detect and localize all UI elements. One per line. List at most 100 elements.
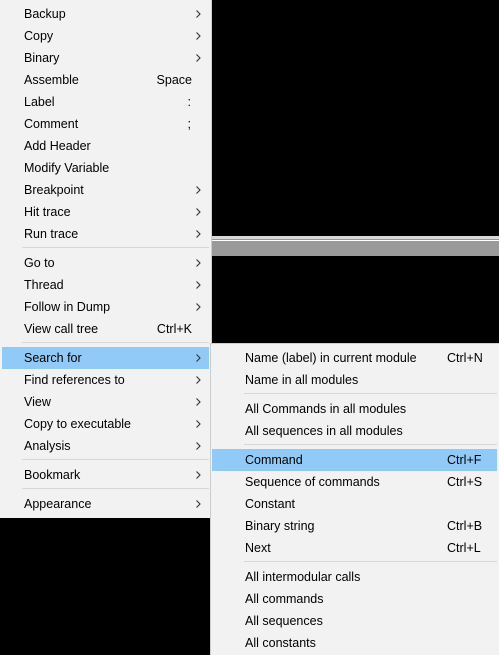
submenu-item-constant[interactable]: Constant bbox=[212, 493, 497, 515]
menu-separator bbox=[22, 488, 209, 489]
menu-item-label: All intermodular calls bbox=[245, 570, 361, 584]
menu-item-label: Thread bbox=[24, 278, 64, 292]
menu-item-label: Command bbox=[245, 453, 303, 467]
chevron-right-icon bbox=[196, 252, 202, 274]
menu-item-assemble[interactable]: Assemble Space bbox=[2, 69, 209, 91]
shortcut-hint: Ctrl+B bbox=[447, 519, 483, 533]
menu-item-find-references-to[interactable]: Find references to bbox=[2, 369, 209, 391]
menu-item-search-for[interactable]: Search for bbox=[2, 347, 209, 369]
menu-item-appearance[interactable]: Appearance bbox=[2, 493, 209, 515]
submenu-item-all-constants[interactable]: All constants bbox=[212, 632, 497, 654]
menu-item-label: Follow in Dump bbox=[24, 300, 111, 314]
chevron-right-icon bbox=[196, 493, 202, 515]
shortcut-hint: Ctrl+L bbox=[447, 541, 481, 555]
chevron-right-icon bbox=[196, 47, 202, 69]
shortcut-hint: ; bbox=[187, 117, 191, 131]
menu-item-label: Go to bbox=[24, 256, 55, 270]
menu-item-label[interactable]: Label: bbox=[2, 91, 209, 113]
context-menu: Backup Copy Binary Assemble Space Label: Comme… bbox=[0, 0, 212, 518]
search-for-submenu: Name (label) in current module Ctrl+N Name… bbox=[210, 343, 499, 655]
debugger-window: Backup Copy Binary Assemble Space Label: Comme… bbox=[0, 0, 499, 655]
menu-item-label: Analysis bbox=[24, 439, 71, 453]
menu-item-label: Search for bbox=[24, 351, 82, 365]
menu-item-go-to[interactable]: Go to bbox=[2, 252, 209, 274]
menu-item-label: Comment bbox=[24, 117, 79, 131]
shortcut-hint: : bbox=[187, 95, 191, 109]
menu-item-backup[interactable]: Backup bbox=[2, 3, 209, 25]
chevron-right-icon bbox=[196, 3, 202, 25]
menu-item-copy[interactable]: Copy bbox=[2, 25, 209, 47]
menu-item-label: Bookmark bbox=[24, 468, 81, 482]
menu-item-label: Copy bbox=[24, 29, 54, 43]
submenu-item-all-sequences[interactable]: All sequences bbox=[212, 610, 497, 632]
menu-item-copy-to-executable[interactable]: Copy to executable bbox=[2, 413, 209, 435]
chevron-right-icon bbox=[196, 347, 202, 369]
menu-item-breakpoint[interactable]: Breakpoint bbox=[2, 179, 209, 201]
chevron-right-icon bbox=[196, 369, 202, 391]
chevron-right-icon bbox=[196, 274, 202, 296]
menu-item-label: Add Header bbox=[24, 139, 91, 153]
menu-item-follow-in-dump[interactable]: Follow in Dump bbox=[2, 296, 209, 318]
menu-item-bookmark[interactable]: Bookmark bbox=[2, 464, 209, 486]
menu-item-thread[interactable]: Thread bbox=[2, 274, 209, 296]
menu-item-label: Find references to bbox=[24, 373, 125, 387]
menu-separator bbox=[244, 444, 497, 445]
submenu-item-binary-string[interactable]: Binary string Ctrl+B bbox=[212, 515, 497, 537]
menu-item-label: Sequence of commands bbox=[245, 475, 380, 489]
menu-item-label: Appearance bbox=[24, 497, 92, 511]
shortcut-hint: Ctrl+F bbox=[447, 453, 482, 467]
menu-item-binary[interactable]: Binary bbox=[2, 47, 209, 69]
menu-item-label: Modify Variable bbox=[24, 161, 110, 175]
menu-item-modify-variable[interactable]: Modify Variable bbox=[2, 157, 209, 179]
menu-item-label: All sequences in all modules bbox=[245, 424, 403, 438]
menu-item-label: View bbox=[24, 395, 51, 409]
menu-item-label: All constants bbox=[245, 636, 316, 650]
shortcut-hint: Ctrl+K bbox=[156, 322, 192, 336]
menu-separator bbox=[244, 393, 497, 394]
menu-item-label: All Commands in all modules bbox=[245, 402, 407, 416]
menu-separator bbox=[22, 247, 209, 248]
menu-separator bbox=[22, 342, 209, 343]
menu-item-label: Run trace bbox=[24, 227, 79, 241]
chevron-right-icon bbox=[196, 464, 202, 486]
menu-item-label: Hit trace bbox=[24, 205, 71, 219]
menu-item-label: Constant bbox=[245, 497, 296, 511]
menu-item-label: All sequences bbox=[245, 614, 323, 628]
menu-item-label: Label bbox=[24, 95, 55, 109]
submenu-item-all-intermodular-calls[interactable]: All intermodular calls bbox=[212, 566, 497, 588]
menu-item-label: Binary string bbox=[245, 519, 315, 533]
submenu-item-all-commands[interactable]: All commands bbox=[212, 588, 497, 610]
shortcut-hint: Space bbox=[156, 73, 192, 87]
chevron-right-icon bbox=[196, 435, 202, 457]
submenu-item-sequence-of-commands[interactable]: Sequence of commands Ctrl+S bbox=[212, 471, 497, 493]
chevron-right-icon bbox=[196, 296, 202, 318]
submenu-item-all-sequences-in-all-modules[interactable]: All sequences in all modules bbox=[212, 420, 497, 442]
menu-item-comment[interactable]: Comment; bbox=[2, 113, 209, 135]
menu-item-view-call-tree[interactable]: View call tree Ctrl+K bbox=[2, 318, 209, 340]
menu-item-view[interactable]: View bbox=[2, 391, 209, 413]
menu-item-label: Name in all modules bbox=[245, 373, 359, 387]
menu-item-label: Next bbox=[245, 541, 271, 555]
menu-item-label: Binary bbox=[24, 51, 60, 65]
submenu-item-next[interactable]: Next Ctrl+L bbox=[212, 537, 497, 559]
menu-item-label: Breakpoint bbox=[24, 183, 84, 197]
menu-item-label: Name (label) in current module bbox=[245, 351, 417, 365]
menu-item-label: Copy to executable bbox=[24, 417, 132, 431]
menu-separator bbox=[22, 459, 209, 460]
submenu-item-command[interactable]: Command Ctrl+F bbox=[212, 449, 497, 471]
submenu-item-name-in-all-modules[interactable]: Name in all modules bbox=[212, 369, 497, 391]
chevron-right-icon bbox=[196, 391, 202, 413]
chevron-right-icon bbox=[196, 179, 202, 201]
menu-item-analysis[interactable]: Analysis bbox=[2, 435, 209, 457]
shortcut-hint: Ctrl+S bbox=[447, 475, 483, 489]
menu-item-hit-trace[interactable]: Hit trace bbox=[2, 201, 209, 223]
submenu-item-all-commands-in-all-modules[interactable]: All Commands in all modules bbox=[212, 398, 497, 420]
menu-item-add-header[interactable]: Add Header bbox=[2, 135, 209, 157]
menu-item-run-trace[interactable]: Run trace bbox=[2, 223, 209, 245]
chevron-right-icon bbox=[196, 201, 202, 223]
chevron-right-icon bbox=[196, 25, 202, 47]
horizontal-splitter[interactable] bbox=[210, 236, 499, 256]
shortcut-hint: Ctrl+N bbox=[447, 351, 483, 365]
menu-item-label: Backup bbox=[24, 7, 66, 21]
submenu-item-name-label-in-current-module[interactable]: Name (label) in current module Ctrl+N bbox=[212, 347, 497, 369]
